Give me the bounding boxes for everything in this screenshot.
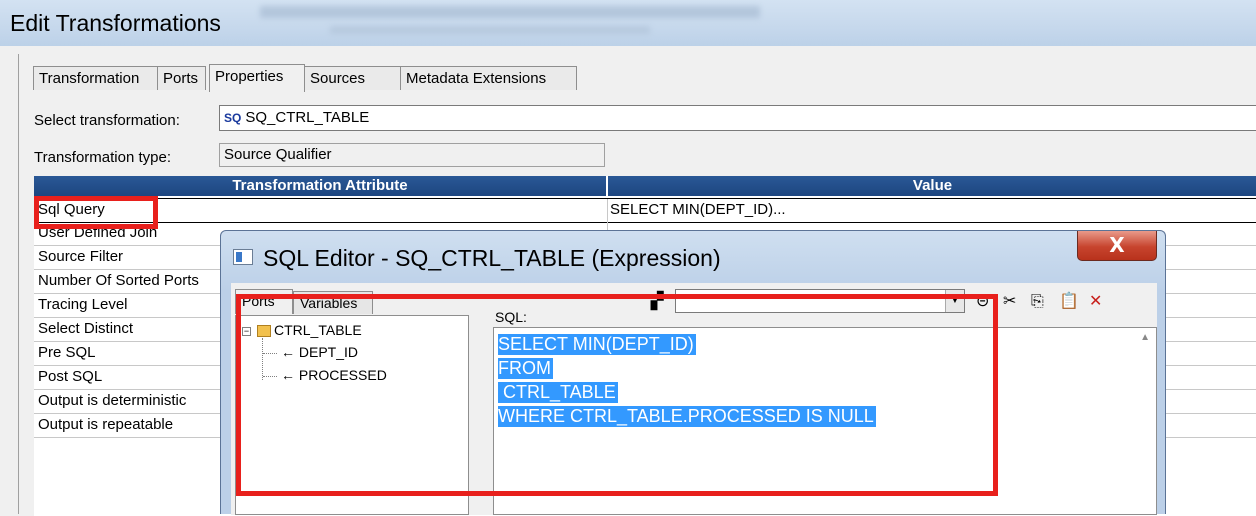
select-transformation-label: Select transformation: [34,112,180,129]
grid-row[interactable]: Sql Query SELECT MIN(DEPT_ID)... [34,198,1256,223]
select-transformation-dropdown[interactable]: SQ SQ_CTRL_TABLE [219,105,1256,131]
transformation-type-field: Source Qualifier [219,143,605,167]
blurred-background-text [260,6,760,18]
sq-icon: SQ [224,111,242,125]
grid-row-attr: Tracing Level [38,296,128,313]
grid-row-attr: Output is repeatable [38,416,174,433]
grid-row-attr: Select Distinct [38,320,134,337]
grid-row-attr: Source Filter [38,248,124,265]
copy-icon[interactable]: ⎘ [1031,291,1044,311]
tab-metadata-extensions[interactable]: Metadata Extensions [400,66,577,90]
tab-transformation[interactable]: Transformation [33,66,158,90]
highlight-sql-query [34,196,158,229]
grid-row-value: SELECT MIN(DEPT_ID)... [610,201,786,218]
grid-row-attr: Output is deterministic [38,392,187,409]
window-titlebar: Edit Transformations [0,0,1256,46]
dialog-title: SQL Editor - SQ_CTRL_TABLE (Expression) [263,245,721,271]
grid-row-attr: Post SQL [38,368,103,385]
blurred-background-text [330,26,650,34]
tab-properties[interactable]: Properties [209,64,305,92]
grid-row-attr: Pre SQL [38,344,96,361]
close-icon[interactable]: X [1077,231,1157,261]
scroll-up-icon[interactable]: ▲ [1140,332,1150,343]
highlight-sql-editor [236,294,998,496]
grid-separator [607,199,608,222]
window-icon [233,249,253,265]
grid-row-attr: Number Of Sorted Ports [38,272,199,289]
paste-icon[interactable]: 📋 [1059,291,1079,310]
transformation-type-label: Transformation type: [34,149,171,166]
tab-ports[interactable]: Ports [157,66,206,90]
grid-header-attribute: Transformation Attribute [34,176,607,196]
select-transformation-value: SQ_CTRL_TABLE [245,109,370,126]
grid-header-value: Value [608,176,1256,196]
tab-sources[interactable]: Sources [304,66,401,90]
delete-icon[interactable]: ✕ [1089,291,1102,310]
cut-icon[interactable]: ✂ [1003,291,1016,310]
window-title: Edit Transformations [10,10,221,36]
